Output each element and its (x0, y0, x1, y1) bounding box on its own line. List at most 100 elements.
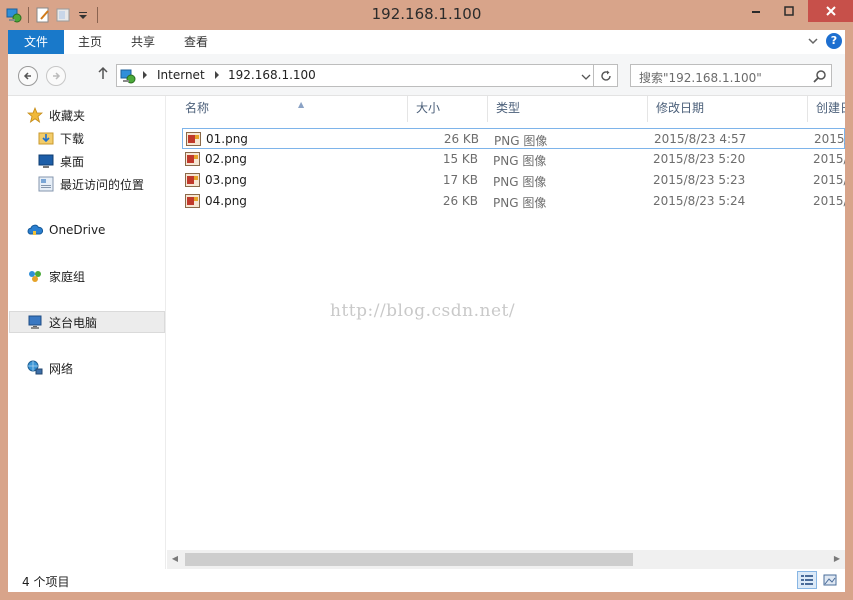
network-icon (27, 360, 43, 376)
search-icon[interactable] (813, 69, 827, 83)
sidebar-item-homegroup[interactable]: 家庭组 (27, 265, 85, 287)
file-modified: 2015/8/23 4:57 (654, 132, 747, 146)
file-created: 2015/ (813, 152, 845, 166)
column-header-created[interactable]: 创建日 (808, 96, 845, 122)
table-row[interactable]: 04.png 26 KB PNG 图像 2015/8/23 5:24 2015/ (182, 191, 845, 212)
file-name: 03.png (205, 173, 247, 187)
chevron-right-icon[interactable] (215, 71, 219, 79)
tab-home[interactable]: 主页 (68, 30, 112, 54)
file-size: 15 KB (442, 152, 478, 166)
scroll-right-icon[interactable]: ▶ (831, 553, 843, 565)
table-row[interactable]: 02.png 15 KB PNG 图像 2015/8/23 5:20 2015/ (182, 149, 845, 170)
file-name: 04.png (205, 194, 247, 208)
forward-button[interactable] (46, 66, 66, 86)
chevron-right-icon[interactable] (143, 71, 147, 79)
window-title: 192.168.1.100 (371, 5, 482, 23)
breadcrumb-internet[interactable]: Internet (157, 68, 205, 82)
table-row[interactable]: 01.png 26 KB PNG 图像 2015/8/23 4:57 2015/ (182, 128, 845, 149)
arrow-right-icon (53, 72, 61, 80)
maximize-icon (784, 6, 794, 16)
sidebar-item-label: 网络 (49, 361, 74, 376)
sidebar-item-label: 下载 (60, 131, 85, 146)
large-icons-view-icon (823, 574, 837, 586)
tab-share[interactable]: 共享 (121, 30, 165, 54)
file-created: 2015/ (814, 132, 845, 146)
qat-separator (97, 7, 98, 23)
properties-icon[interactable] (35, 7, 51, 23)
customize-qat-icon[interactable] (75, 7, 91, 23)
recent-places-icon (38, 176, 54, 192)
address-bar[interactable]: Internet 192.168.1.100 (116, 64, 594, 87)
ribbon: 文件 主页 共享 查看 ? (8, 30, 845, 54)
scrollbar-thumb[interactable] (185, 553, 633, 566)
large-icons-view-button[interactable] (820, 571, 840, 589)
maximize-button[interactable] (775, 0, 803, 22)
desktop-icon (38, 153, 54, 169)
file-list: ▲ 名称 大小 类型 修改日期 创建日 01.png 26 KB PNG 图像 … (167, 96, 845, 569)
minimize-icon (752, 11, 760, 13)
status-bar: 4 个项目 (8, 569, 845, 592)
title-bar: 192.168.1.100 (0, 0, 853, 30)
qat-separator (28, 7, 29, 23)
content-area: 收藏夹 下载 桌面 最近访问的位置 OneDrive 家庭组 这台电脑 网络 ▲… (8, 96, 845, 569)
star-icon (26, 106, 44, 123)
minimize-button[interactable] (742, 0, 770, 22)
png-file-icon (186, 132, 201, 146)
sidebar-item-downloads[interactable]: 下载 (38, 127, 84, 149)
back-button[interactable] (18, 66, 38, 86)
close-icon (825, 6, 836, 16)
sidebar-item-label: 最近访问的位置 (60, 177, 145, 192)
search-placeholder: 搜索"192.168.1.100" (639, 71, 762, 85)
column-header-type[interactable]: 类型 (488, 96, 648, 122)
quick-access-toolbar (6, 6, 100, 24)
sidebar-item-onedrive[interactable]: OneDrive (27, 219, 105, 241)
sidebar-item-recent-places[interactable]: 最近访问的位置 (38, 173, 144, 195)
png-file-icon (185, 152, 200, 166)
column-header-size[interactable]: 大小 (408, 96, 488, 122)
file-type: PNG 图像 (493, 175, 547, 189)
file-type: PNG 图像 (494, 134, 548, 148)
column-header-modified[interactable]: 修改日期 (648, 96, 808, 122)
scroll-left-icon[interactable]: ◀ (169, 553, 181, 565)
file-size: 26 KB (442, 194, 478, 208)
sidebar-item-this-pc[interactable]: 这台电脑 (9, 311, 165, 333)
png-file-icon (185, 173, 200, 187)
file-type: PNG 图像 (493, 154, 547, 168)
sidebar-item-label: 这台电脑 (49, 315, 98, 330)
arrow-left-icon (23, 72, 31, 80)
cloud-icon (27, 222, 44, 238)
breadcrumb-host[interactable]: 192.168.1.100 (228, 68, 316, 82)
network-location-icon[interactable] (6, 7, 22, 23)
details-view-button[interactable] (797, 571, 817, 589)
watermark: http://blog.csdn.net/ (330, 301, 516, 321)
item-count: 4 个项目 (22, 575, 70, 589)
refresh-button[interactable] (594, 64, 618, 87)
up-button[interactable] (96, 66, 110, 86)
search-input[interactable]: 搜索"192.168.1.100" (630, 64, 832, 87)
file-type: PNG 图像 (493, 196, 547, 210)
explorer-window: 192.168.1.100 文件 主页 共享 查看 ? Internet 192… (0, 0, 853, 600)
tab-file[interactable]: 文件 (8, 30, 64, 54)
expand-ribbon-icon[interactable] (806, 34, 820, 48)
file-created: 2015/ (813, 194, 845, 208)
chevron-down-icon[interactable] (581, 71, 591, 81)
file-name: 01.png (206, 132, 248, 146)
file-modified: 2015/8/23 5:20 (653, 152, 746, 166)
computer-icon (27, 314, 43, 330)
sidebar-item-label: 收藏夹 (49, 108, 86, 123)
close-button[interactable] (808, 0, 853, 22)
tab-view[interactable]: 查看 (174, 30, 218, 54)
help-icon[interactable]: ? (826, 33, 842, 49)
sidebar-item-favorites[interactable]: 收藏夹 (26, 104, 86, 126)
new-folder-icon[interactable] (55, 7, 71, 23)
sidebar-item-label: 家庭组 (49, 269, 86, 284)
horizontal-scrollbar[interactable]: ◀ ▶ (167, 550, 845, 569)
column-header-name[interactable]: ▲ 名称 (177, 96, 408, 122)
sidebar-item-desktop[interactable]: 桌面 (38, 150, 84, 172)
sidebar-item-network[interactable]: 网络 (27, 357, 73, 379)
refresh-icon (600, 70, 611, 81)
sort-ascending-icon: ▲ (298, 100, 305, 109)
navigation-bar: Internet 192.168.1.100 搜索"192.168.1.100" (8, 54, 845, 96)
table-row[interactable]: 03.png 17 KB PNG 图像 2015/8/23 5:23 2015/ (182, 170, 845, 191)
network-location-icon (120, 68, 136, 84)
